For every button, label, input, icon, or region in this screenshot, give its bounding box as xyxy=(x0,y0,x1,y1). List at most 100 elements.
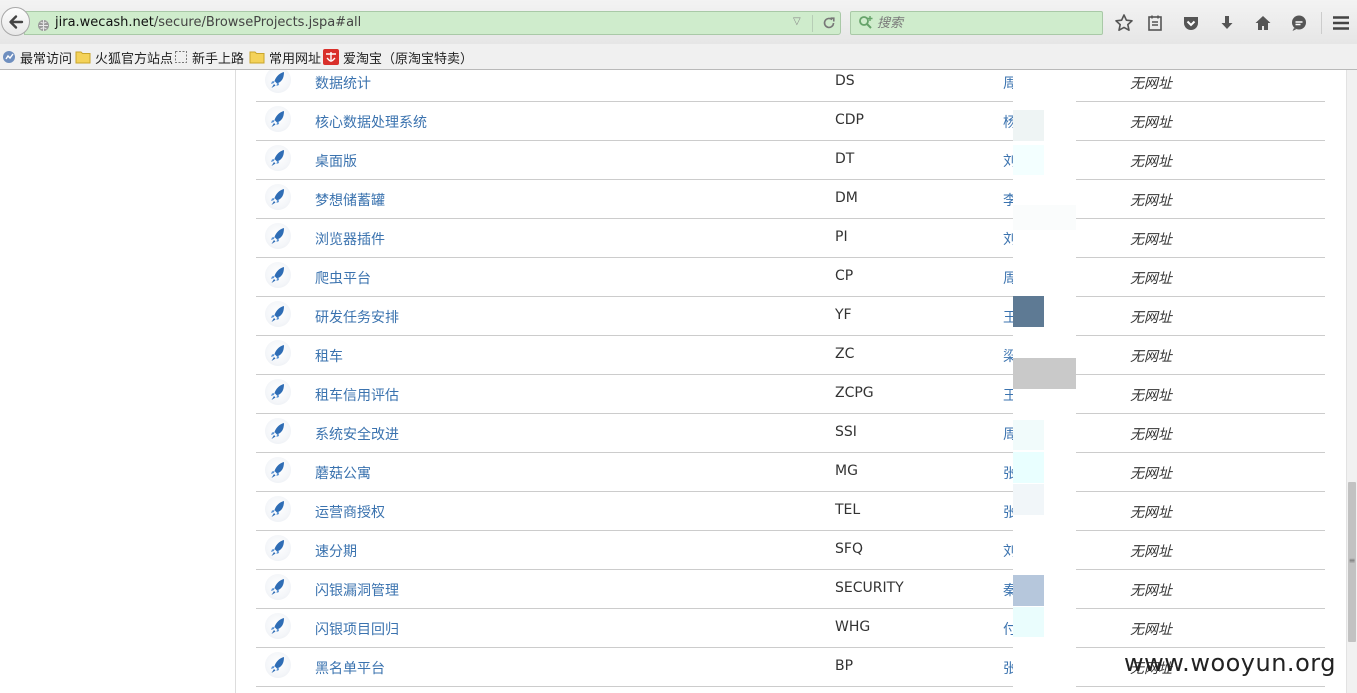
bookmark-getting-started[interactable]: 新手上路 xyxy=(174,48,245,67)
project-url: 无网址 xyxy=(1130,271,1172,287)
project-key: CDP xyxy=(835,112,864,128)
project-name-link[interactable]: 蘑菇公寓 xyxy=(315,463,371,483)
table-row: 爬虫平台 CP 周无网址 xyxy=(256,258,1325,297)
redaction-block xyxy=(1013,205,1076,230)
watermark: www.wooyun.org xyxy=(1124,649,1336,677)
taobao-icon xyxy=(323,49,339,65)
redaction-block xyxy=(1013,484,1044,515)
project-url: 无网址 xyxy=(1130,154,1172,170)
bookmark-common-sites[interactable]: 常用网址 xyxy=(249,48,321,67)
project-name-link[interactable]: 闪银漏洞管理 xyxy=(315,580,399,600)
project-name-link[interactable]: 数据统计 xyxy=(315,73,371,93)
hamburger-menu-icon[interactable] xyxy=(1330,12,1352,34)
project-avatar-icon[interactable] xyxy=(265,652,291,678)
project-name-link[interactable]: 闪银项目回归 xyxy=(315,619,399,639)
project-key: SSI xyxy=(835,424,857,440)
search-input[interactable] xyxy=(877,14,1097,32)
project-name-link[interactable]: 桌面版 xyxy=(315,151,357,171)
project-name-link[interactable]: 租车 xyxy=(315,346,343,366)
home-icon[interactable] xyxy=(1252,12,1274,34)
search-bar[interactable] xyxy=(850,11,1103,35)
project-avatar-icon[interactable] xyxy=(265,574,291,600)
back-button[interactable] xyxy=(1,7,30,36)
folder-icon xyxy=(249,50,265,64)
project-name-link[interactable]: 黑名单平台 xyxy=(315,658,385,678)
redaction-block xyxy=(1013,575,1044,606)
table-row: 租车 ZC 梁无网址 xyxy=(256,336,1325,375)
pocket-icon[interactable] xyxy=(1180,12,1202,34)
project-avatar-icon[interactable] xyxy=(265,535,291,561)
redaction-block xyxy=(1013,358,1076,389)
toolbar-divider xyxy=(1321,12,1322,34)
url-bar[interactable]: jira.wecash.net/secure/BrowseProjects.js… xyxy=(24,11,841,35)
project-name-link[interactable]: 浏览器插件 xyxy=(315,229,385,249)
project-name-link[interactable]: 爬虫平台 xyxy=(315,268,371,288)
project-key: ZCPG xyxy=(835,385,874,401)
bookmark-star-icon[interactable] xyxy=(1113,12,1135,34)
bookmark-ai-taobao[interactable]: 爱淘宝（原淘宝特卖） xyxy=(323,48,474,67)
project-avatar-icon[interactable] xyxy=(265,379,291,405)
bookmarks-toolbar: 最常访问 火狐官方站点 新手上路 常用网址 爱淘宝（原淘宝特卖） xyxy=(0,44,1357,70)
chevron-down-icon[interactable]: ▽ xyxy=(793,16,801,27)
project-avatar-icon[interactable] xyxy=(265,301,291,327)
project-name-link[interactable]: 梦想储蓄罐 xyxy=(315,190,385,210)
bookmark-label: 爱淘宝（原淘宝特卖） xyxy=(343,51,474,67)
project-avatar-icon[interactable] xyxy=(265,496,291,522)
table-row: 浏览器插件 PI 刘无网址 xyxy=(256,219,1325,258)
project-url: 无网址 xyxy=(1130,622,1172,638)
project-key: BP xyxy=(835,658,854,674)
reload-icon[interactable] xyxy=(821,15,837,35)
project-avatar-icon[interactable] xyxy=(265,613,291,639)
url-host: jira.wecash.net xyxy=(55,15,154,30)
project-avatar-icon[interactable] xyxy=(265,184,291,210)
project-url: 无网址 xyxy=(1130,427,1172,443)
project-avatar-icon[interactable] xyxy=(265,340,291,366)
reading-list-icon[interactable] xyxy=(1144,12,1166,34)
sidebar xyxy=(0,70,236,693)
project-key: DT xyxy=(835,151,855,167)
project-url: 无网址 xyxy=(1130,466,1172,482)
table-row: 桌面版 DT 刘无网址 xyxy=(256,141,1325,180)
project-name-link[interactable]: 租车信用评估 xyxy=(315,385,399,405)
project-key: YF xyxy=(835,307,852,323)
project-url: 无网址 xyxy=(1130,310,1172,326)
vertical-scrollbar[interactable]: ≡ xyxy=(1346,70,1357,693)
chat-icon[interactable] xyxy=(1288,12,1310,34)
table-row: 闪银漏洞管理 SECURITY 秦无网址 xyxy=(256,570,1325,609)
project-url: 无网址 xyxy=(1130,115,1172,131)
download-icon[interactable] xyxy=(1216,12,1238,34)
bookmark-label: 最常访问 xyxy=(20,51,73,67)
project-key: TEL xyxy=(835,502,861,518)
project-avatar-icon[interactable] xyxy=(265,262,291,288)
project-url: 无网址 xyxy=(1130,544,1172,560)
most-visited-icon xyxy=(2,50,16,64)
project-url: 无网址 xyxy=(1130,505,1172,521)
project-name-link[interactable]: 研发任务安排 xyxy=(315,307,399,327)
redaction-block xyxy=(1013,452,1044,483)
bookmark-firefox-official[interactable]: 火狐官方站点 xyxy=(75,48,173,67)
project-avatar-icon[interactable] xyxy=(265,145,291,171)
project-name-link[interactable]: 系统安全改进 xyxy=(315,424,399,444)
project-avatar-icon[interactable] xyxy=(265,418,291,444)
project-avatar-icon[interactable] xyxy=(265,106,291,132)
project-url: 无网址 xyxy=(1130,583,1172,599)
project-key: SECURITY xyxy=(835,580,904,596)
project-avatar-icon[interactable] xyxy=(265,70,291,93)
table-row: 系统安全改进 SSI 周无网址 xyxy=(256,414,1325,453)
browser-toolbar: jira.wecash.net/secure/BrowseProjects.js… xyxy=(0,0,1357,44)
url-text[interactable]: jira.wecash.net/secure/BrowseProjects.js… xyxy=(55,15,361,30)
bookmark-most-visited[interactable]: 最常访问 xyxy=(2,48,73,67)
project-name-link[interactable]: 速分期 xyxy=(315,541,357,561)
project-avatar-icon[interactable] xyxy=(265,223,291,249)
table-row: 梦想储蓄罐 DM 李无网址 xyxy=(256,180,1325,219)
bookmark-label: 新手上路 xyxy=(192,51,245,67)
table-row: 数据统计 DS 周无网址 xyxy=(256,70,1325,102)
project-avatar-icon[interactable] xyxy=(265,457,291,483)
redaction-block xyxy=(1013,145,1044,175)
project-name-link[interactable]: 运营商授权 xyxy=(315,502,385,522)
scroll-grip-icon: ≡ xyxy=(1348,556,1356,565)
table-row: 闪银项目回归 WHG 付无网址 xyxy=(256,609,1325,648)
globe-icon xyxy=(37,17,50,36)
table-row: 租车信用评估 ZCPG 王无网址 xyxy=(256,375,1325,414)
project-name-link[interactable]: 核心数据处理系统 xyxy=(315,112,427,132)
